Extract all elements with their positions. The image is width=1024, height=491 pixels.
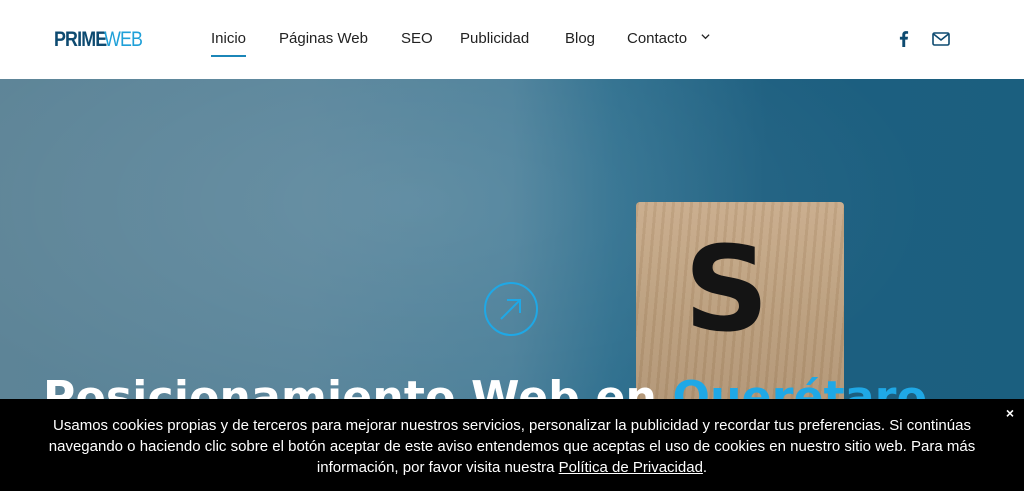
close-cookie-button[interactable]: × [1006,405,1014,421]
logo-prime-text: PRIME [54,28,107,51]
block-letter: S [684,220,769,358]
cookie-text-end: . [702,459,708,476]
privacy-policy-link[interactable]: Política de Privacidad [559,459,703,476]
cookie-message: Usamos cookies propias y de terceros par… [40,415,984,478]
cookie-text: Usamos cookies propias y de terceros par… [48,417,976,476]
logo-web-text: WEB [104,28,143,51]
site-header: PRIME WEB Inicio Páginas Web SEO Publicid… [0,0,1024,79]
nav-item-paginas-web[interactable]: Páginas Web [279,29,368,49]
mail-icon[interactable] [931,29,951,49]
nav-item-publicidad[interactable]: Publicidad [460,29,529,49]
nav-item-contacto[interactable]: Contacto [627,29,687,49]
nav-item-seo[interactable]: SEO [401,29,433,49]
nav-item-blog[interactable]: Blog [565,29,595,49]
nav-item-inicio[interactable]: Inicio [211,29,247,57]
logo[interactable]: PRIME WEB [54,28,143,52]
facebook-icon[interactable] [894,29,914,49]
chevron-down-icon[interactable] [701,32,710,41]
arrow-up-right-circle-icon [484,282,538,336]
cookie-banner: Usamos cookies propias y de terceros par… [0,399,1024,491]
